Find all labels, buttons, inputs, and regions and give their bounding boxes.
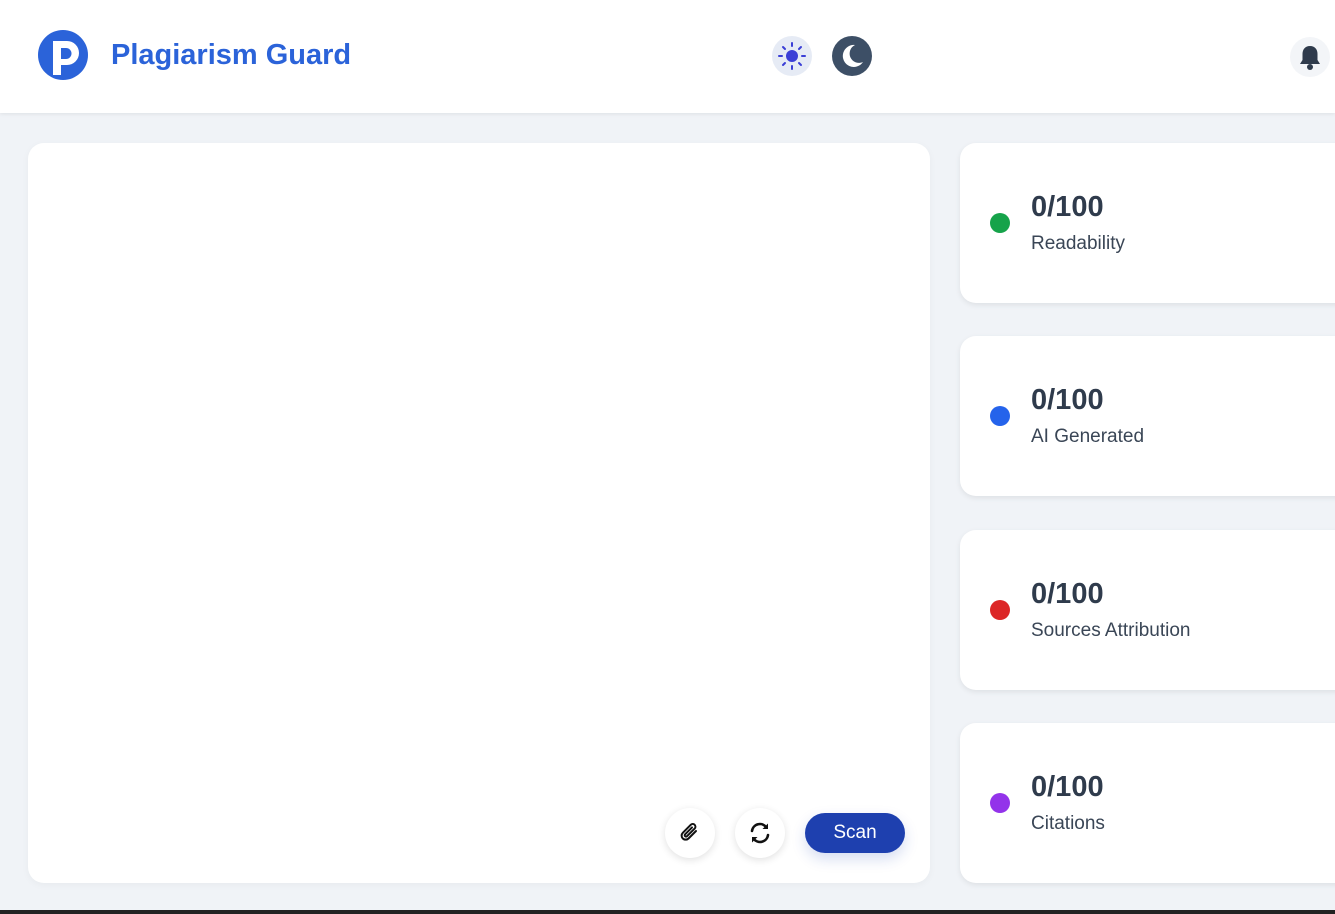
scan-button[interactable]: Scan <box>805 813 905 853</box>
top-bar: Plagiarism Guard <box>0 0 1335 113</box>
text-input[interactable] <box>48 163 910 803</box>
refresh-icon <box>750 822 770 844</box>
status-dot <box>990 600 1010 620</box>
attach-file-button[interactable] <box>665 808 715 858</box>
bell-icon <box>1300 46 1320 70</box>
dark-mode-button[interactable] <box>832 36 872 76</box>
window-bottom-border <box>0 910 1335 914</box>
status-dot <box>990 213 1010 233</box>
metric-label: Sources Attribution <box>1031 620 1191 641</box>
light-mode-button[interactable] <box>772 36 812 76</box>
metric-label: Citations <box>1031 813 1105 834</box>
moon-icon <box>842 44 863 67</box>
p-logo-icon[interactable] <box>37 29 89 81</box>
metric-score: 0/100 <box>1031 191 1104 223</box>
metric-card-readability: 0/100 Readability <box>960 143 1335 303</box>
metric-score: 0/100 <box>1031 771 1104 803</box>
notifications-button[interactable] <box>1290 37 1330 77</box>
metric-score: 0/100 <box>1031 384 1104 416</box>
sun-icon <box>778 42 806 70</box>
metric-card-ai-generated: 0/100 AI Generated <box>960 336 1335 496</box>
paperclip-icon <box>680 823 697 841</box>
metric-card-sources-attribution: 0/100 Sources Attribution <box>960 530 1335 690</box>
metric-label: Readability <box>1031 233 1125 254</box>
text-editor-panel: Scan <box>28 143 930 883</box>
app-title[interactable]: Plagiarism Guard <box>111 39 351 72</box>
status-dot <box>990 793 1010 813</box>
refresh-button[interactable] <box>735 808 785 858</box>
metric-label: AI Generated <box>1031 426 1145 447</box>
metric-score: 0/100 <box>1031 578 1104 610</box>
metric-card-citations: 0/100 Citations <box>960 723 1335 883</box>
status-dot <box>990 406 1010 426</box>
